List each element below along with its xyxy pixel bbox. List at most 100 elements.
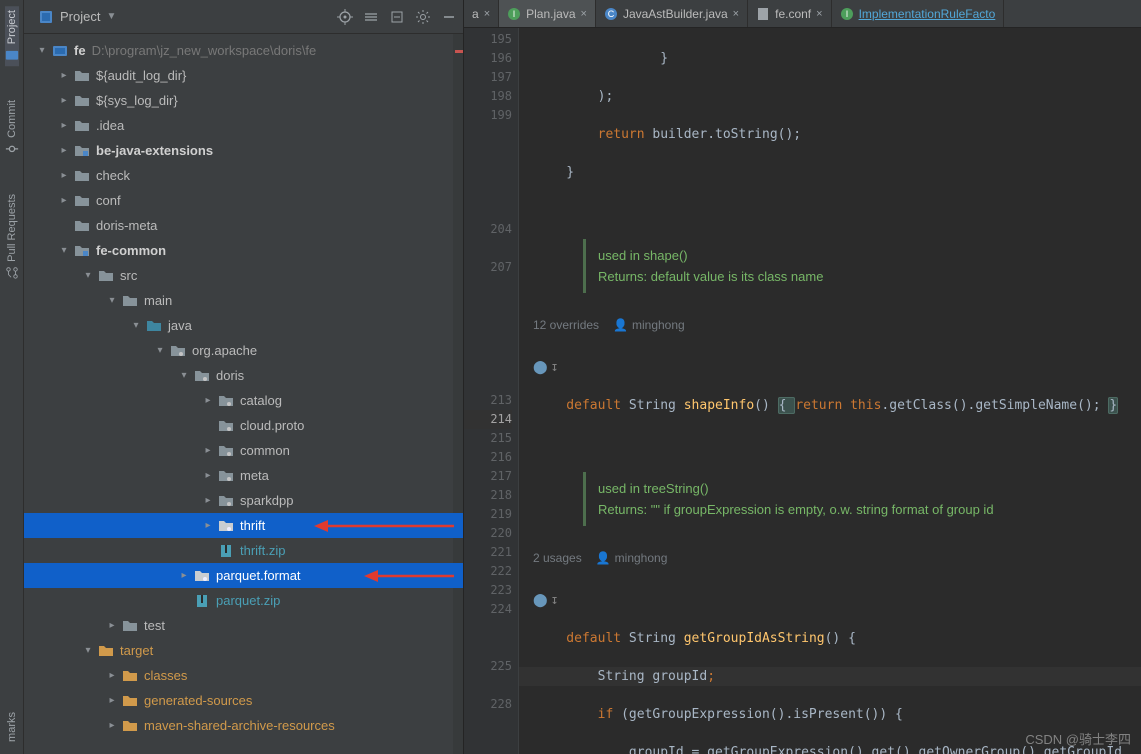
chevron-right-icon[interactable]: ▸ bbox=[106, 620, 118, 631]
chevron-right-icon[interactable]: ▸ bbox=[58, 170, 70, 181]
chevron-right-icon[interactable]: ▸ bbox=[58, 120, 70, 131]
chevron-right-icon[interactable]: ▸ bbox=[202, 520, 214, 531]
excluded-folder-icon bbox=[122, 718, 138, 734]
folder-icon bbox=[74, 68, 90, 84]
tree-item[interactable]: ▸check bbox=[24, 163, 463, 188]
tree-item[interactable]: ▸common bbox=[24, 438, 463, 463]
tree-item[interactable]: ▸${sys_log_dir} bbox=[24, 88, 463, 113]
project-tree[interactable]: ▾feD:\program\jz_new_workspace\doris\fe … bbox=[24, 34, 463, 754]
close-icon[interactable]: × bbox=[816, 8, 822, 20]
chevron-down-icon[interactable]: ▾ bbox=[178, 370, 190, 381]
chevron-right-icon[interactable]: ▸ bbox=[178, 570, 190, 581]
chevron-right-icon[interactable]: ▸ bbox=[202, 495, 214, 506]
chevron-right-icon[interactable]: ▸ bbox=[106, 720, 118, 731]
tree-item-parquet[interactable]: ▸parquet.format bbox=[24, 563, 463, 588]
tool-pull-requests[interactable]: Pull Requests bbox=[5, 190, 19, 284]
tab-javaast[interactable]: CJavaAstBuilder.java× bbox=[596, 0, 748, 27]
tree-root[interactable]: ▾feD:\program\jz_new_workspace\doris\fe bbox=[24, 38, 463, 63]
collapse-icon[interactable] bbox=[389, 9, 405, 25]
tree-item-fecommon[interactable]: ▾fe-common bbox=[24, 238, 463, 263]
tool-bookmarks-label: marks bbox=[6, 712, 18, 742]
chevron-right-icon[interactable]: ▸ bbox=[58, 195, 70, 206]
tab-a[interactable]: a× bbox=[464, 0, 499, 27]
code-editor[interactable]: } ); return builder.toString(); } used i… bbox=[519, 28, 1141, 754]
chevron-right-icon[interactable]: ▸ bbox=[106, 695, 118, 706]
annotation-arrow-icon bbox=[364, 566, 454, 586]
gutter[interactable]: 1951961971981992042072132142152162172182… bbox=[464, 28, 519, 754]
tree-item[interactable]: ▸doris-meta bbox=[24, 213, 463, 238]
tree-item[interactable]: ▸maven-shared-archive-resources bbox=[24, 713, 463, 738]
tree-item[interactable]: ▸conf bbox=[24, 188, 463, 213]
java-class-icon: C bbox=[604, 7, 618, 21]
tab-implrule[interactable]: IImplementationRuleFacto bbox=[832, 0, 1005, 27]
close-icon[interactable]: × bbox=[733, 8, 739, 20]
chevron-down-icon[interactable]: ▾ bbox=[154, 345, 166, 356]
file-icon bbox=[756, 7, 770, 21]
doc-inlay: used in shape()Returns: default value is… bbox=[583, 239, 1141, 293]
package-icon bbox=[218, 418, 234, 434]
tree-item-target[interactable]: ▾target bbox=[24, 638, 463, 663]
tree-item[interactable]: ▸parquet.zip bbox=[24, 588, 463, 613]
tree-item[interactable]: ▸cloud.proto bbox=[24, 413, 463, 438]
module-icon bbox=[38, 9, 54, 25]
chevron-right-icon[interactable]: ▸ bbox=[202, 445, 214, 456]
chevron-down-icon[interactable]: ▾ bbox=[130, 320, 142, 331]
excluded-folder-icon bbox=[122, 693, 138, 709]
chevron-down-icon[interactable]: ▾ bbox=[82, 645, 94, 656]
module-icon bbox=[74, 243, 90, 259]
tree-item[interactable]: ▸sparkdpp bbox=[24, 488, 463, 513]
chevron-down-icon[interactable]: ▾ bbox=[58, 245, 70, 256]
project-view-select[interactable]: Project ▼ bbox=[30, 6, 124, 28]
folder-icon bbox=[74, 118, 90, 134]
vcs-change-marker bbox=[455, 50, 463, 53]
tree-item[interactable]: ▾main bbox=[24, 288, 463, 313]
chevron-right-icon[interactable]: ▸ bbox=[202, 470, 214, 481]
tree-item[interactable]: ▾org.apache bbox=[24, 338, 463, 363]
project-title: Project bbox=[60, 9, 100, 24]
svg-text:C: C bbox=[608, 9, 615, 19]
folder-icon bbox=[74, 218, 90, 234]
tree-item[interactable]: ▸catalog bbox=[24, 388, 463, 413]
chevron-right-icon[interactable]: ▸ bbox=[58, 145, 70, 156]
tree-item[interactable]: ▸classes bbox=[24, 663, 463, 688]
tab-plan[interactable]: IPlan.java× bbox=[499, 0, 596, 27]
tree-item-thrift[interactable]: ▸thrift bbox=[24, 513, 463, 538]
close-icon[interactable]: × bbox=[484, 8, 490, 20]
close-icon[interactable]: × bbox=[581, 8, 587, 20]
package-icon bbox=[218, 468, 234, 484]
locate-icon[interactable] bbox=[337, 9, 353, 25]
chevron-down-icon[interactable]: ▾ bbox=[106, 295, 118, 306]
tree-item[interactable]: ▸${audit_log_dir} bbox=[24, 63, 463, 88]
tree-item[interactable]: ▸generated-sources bbox=[24, 688, 463, 713]
minimize-icon[interactable] bbox=[441, 9, 457, 25]
chevron-right-icon[interactable]: ▸ bbox=[58, 70, 70, 81]
chevron-right-icon[interactable]: ▸ bbox=[58, 95, 70, 106]
chevron-right-icon[interactable]: ▸ bbox=[202, 395, 214, 406]
package-icon bbox=[170, 343, 186, 359]
tool-commit[interactable]: Commit bbox=[5, 96, 19, 160]
chevron-down-icon[interactable]: ▾ bbox=[36, 45, 48, 56]
tree-item[interactable]: ▾java bbox=[24, 313, 463, 338]
tree-item[interactable]: ▸thrift.zip bbox=[24, 538, 463, 563]
project-icon bbox=[5, 48, 19, 62]
folder-icon bbox=[74, 93, 90, 109]
author-icon: 👤 bbox=[596, 549, 611, 568]
tool-commit-label: Commit bbox=[6, 100, 18, 138]
tree-item[interactable]: ▸be-java-extensions bbox=[24, 138, 463, 163]
tool-bookmarks[interactable]: marks bbox=[6, 708, 18, 746]
chevron-right-icon[interactable]: ▸ bbox=[106, 670, 118, 681]
expand-all-icon[interactable] bbox=[363, 9, 379, 25]
inlay-meta[interactable]: 12 overrides👤minghong bbox=[519, 312, 1141, 339]
tree-item[interactable]: ▸.idea bbox=[24, 113, 463, 138]
tree-item[interactable]: ▸test bbox=[24, 613, 463, 638]
chevron-down-icon[interactable]: ▾ bbox=[82, 270, 94, 281]
gear-icon[interactable] bbox=[415, 9, 431, 25]
tree-item[interactable]: ▾src bbox=[24, 263, 463, 288]
tab-feconf[interactable]: fe.conf× bbox=[748, 0, 831, 27]
left-toolstrip: Project Commit Pull Requests marks bbox=[0, 0, 24, 754]
tool-project[interactable]: Project bbox=[5, 6, 19, 66]
inlay-meta[interactable]: 2 usages👤minghong bbox=[519, 545, 1141, 572]
tree-item[interactable]: ▸meta bbox=[24, 463, 463, 488]
root-path: D:\program\jz_new_workspace\doris\fe bbox=[92, 43, 317, 58]
tree-item[interactable]: ▾doris bbox=[24, 363, 463, 388]
